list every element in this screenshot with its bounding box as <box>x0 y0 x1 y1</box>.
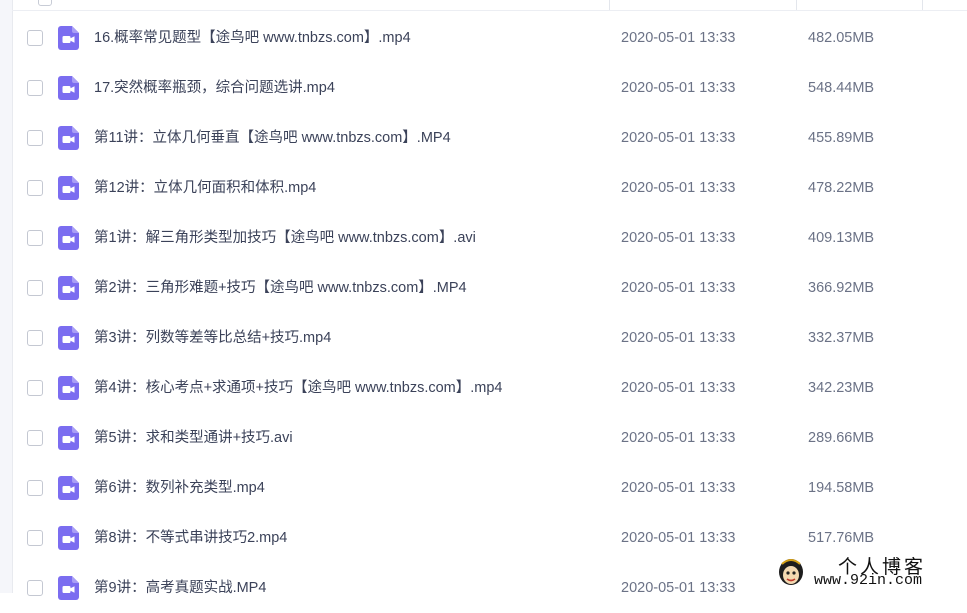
file-row[interactable]: 第6讲：数列补充类型.mp4 2020-05-01 13:33 194.58MB <box>12 463 967 513</box>
column-separator[interactable] <box>796 0 797 10</box>
video-file-icon <box>58 26 79 50</box>
file-row[interactable]: 第11讲：立体几何垂直【途鸟吧 www.tnbzs.com】.MP4 2020-0… <box>12 113 967 163</box>
video-file-icon <box>58 176 79 200</box>
file-date: 2020-05-01 13:33 <box>621 180 736 196</box>
file-name[interactable]: 第12讲：立体几何面积和体积.mp4 <box>94 163 316 213</box>
row-checkbox[interactable] <box>27 280 43 296</box>
file-name[interactable]: 17.突然概率瓶颈，综合问题选讲.mp4 <box>94 63 335 113</box>
row-checkbox[interactable] <box>27 480 43 496</box>
file-date: 2020-05-01 13:33 <box>621 130 736 146</box>
file-row[interactable]: 第1讲：解三角形类型加技巧【途鸟吧 www.tnbzs.com】.avi 2020… <box>12 213 967 263</box>
file-date: 2020-05-01 13:33 <box>621 430 736 446</box>
file-name[interactable]: 第2讲：三角形难题+技巧【途鸟吧 www.tnbzs.com】.MP4 <box>94 263 467 313</box>
file-row[interactable]: 第2讲：三角形难题+技巧【途鸟吧 www.tnbzs.com】.MP4 2020-… <box>12 263 967 313</box>
watermark: 个人博客 www.92in.com <box>770 552 967 593</box>
column-separator[interactable] <box>609 0 610 10</box>
file-size: 482.05MB <box>808 30 875 46</box>
file-name[interactable]: 16.概率常见题型【途鸟吧 www.tnbzs.com】.mp4 <box>94 13 411 63</box>
row-checkbox[interactable] <box>27 380 43 396</box>
file-size: 366.92MB <box>808 280 875 296</box>
file-name[interactable]: 第6讲：数列补充类型.mp4 <box>94 463 265 513</box>
file-list: 16.概率常见题型【途鸟吧 www.tnbzs.com】.mp4 2020-05-… <box>12 13 967 613</box>
file-size: 332.37MB <box>808 330 875 346</box>
video-file-icon <box>58 426 79 450</box>
file-row[interactable]: 第5讲：求和类型通讲+技巧.avi 2020-05-01 13:33 289.66M… <box>12 413 967 463</box>
file-name[interactable]: 第9讲：高考真题实战.MP4 <box>94 563 266 613</box>
row-checkbox[interactable] <box>27 180 43 196</box>
video-file-icon <box>58 326 79 350</box>
table-header <box>12 0 967 11</box>
file-name[interactable]: 第1讲：解三角形类型加技巧【途鸟吧 www.tnbzs.com】.avi <box>94 213 476 263</box>
row-checkbox[interactable] <box>27 530 43 546</box>
file-date: 2020-05-01 13:33 <box>621 30 736 46</box>
file-name[interactable]: 第8讲：不等式串讲技巧2.mp4 <box>94 513 287 563</box>
file-size: 342.23MB <box>808 380 875 396</box>
file-row[interactable]: 第4讲：核心考点+求通项+技巧【途鸟吧 www.tnbzs.com】.mp4 20… <box>12 363 967 413</box>
file-date: 2020-05-01 13:33 <box>621 230 736 246</box>
row-checkbox[interactable] <box>27 580 43 596</box>
file-size: 455.89MB <box>808 130 875 146</box>
row-checkbox[interactable] <box>27 130 43 146</box>
file-name[interactable]: 第3讲：列数等差等比总结+技巧.mp4 <box>94 313 331 363</box>
file-name[interactable]: 第11讲：立体几何垂直【途鸟吧 www.tnbzs.com】.MP4 <box>94 113 451 163</box>
file-size: 194.58MB <box>808 480 875 496</box>
video-file-icon <box>58 376 79 400</box>
file-date: 2020-05-01 13:33 <box>621 380 736 396</box>
row-checkbox[interactable] <box>27 80 43 96</box>
video-file-icon <box>58 576 79 600</box>
select-all-checkbox[interactable] <box>38 0 52 6</box>
row-checkbox[interactable] <box>27 430 43 446</box>
file-date: 2020-05-01 13:33 <box>621 480 736 496</box>
video-file-icon <box>58 276 79 300</box>
file-size: 289.66MB <box>808 430 875 446</box>
file-date: 2020-05-01 13:33 <box>621 280 736 296</box>
file-date: 2020-05-01 13:33 <box>621 530 736 546</box>
video-file-icon <box>58 476 79 500</box>
file-row[interactable]: 16.概率常见题型【途鸟吧 www.tnbzs.com】.mp4 2020-05-… <box>12 13 967 63</box>
column-separator[interactable] <box>922 0 923 10</box>
file-size: 548.44MB <box>808 80 875 96</box>
file-row[interactable]: 第12讲：立体几何面积和体积.mp4 2020-05-01 13:33 478.22… <box>12 163 967 213</box>
video-file-icon <box>58 126 79 150</box>
video-file-icon <box>58 226 79 250</box>
watermark-url: www.92in.com <box>814 572 923 589</box>
file-name[interactable]: 第5讲：求和类型通讲+技巧.avi <box>94 413 293 463</box>
video-file-icon <box>58 526 79 550</box>
file-row[interactable]: 17.突然概率瓶颈，综合问题选讲.mp4 2020-05-01 13:33 548.… <box>12 63 967 113</box>
file-date: 2020-05-01 13:33 <box>621 580 736 596</box>
file-row[interactable]: 第3讲：列数等差等比总结+技巧.mp4 2020-05-01 13:33 332.3… <box>12 313 967 363</box>
row-checkbox[interactable] <box>27 230 43 246</box>
file-size: 409.13MB <box>808 230 875 246</box>
row-checkbox[interactable] <box>27 30 43 46</box>
cartoon-avatar-logo <box>779 559 803 585</box>
file-name[interactable]: 第4讲：核心考点+求通项+技巧【途鸟吧 www.tnbzs.com】.mp4 <box>94 363 502 413</box>
file-date: 2020-05-01 13:33 <box>621 330 736 346</box>
row-checkbox[interactable] <box>27 330 43 346</box>
file-size: 478.22MB <box>808 180 875 196</box>
video-file-icon <box>58 76 79 100</box>
file-date: 2020-05-01 13:33 <box>621 80 736 96</box>
